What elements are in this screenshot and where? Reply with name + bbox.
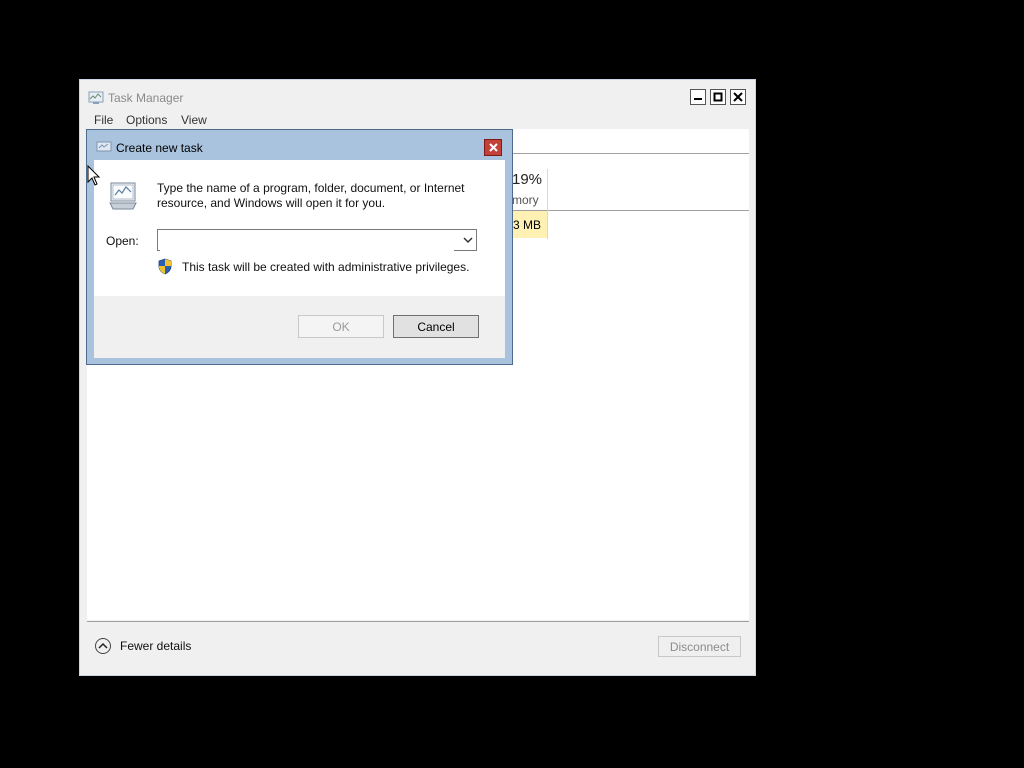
open-label: Open:: [106, 234, 139, 248]
window-title: Task Manager: [108, 91, 184, 105]
run-icon: [96, 141, 112, 152]
fewer-details-button[interactable]: [95, 638, 111, 654]
shield-icon: [158, 258, 172, 275]
close-button[interactable]: [730, 89, 746, 105]
dialog-button-area: OK Cancel: [94, 296, 505, 358]
minimize-button[interactable]: [690, 89, 706, 105]
admin-privileges-note: This task will be created with administr…: [182, 260, 470, 274]
chevron-down-icon[interactable]: [463, 235, 473, 245]
minimize-icon: [694, 98, 702, 100]
menu-options[interactable]: Options: [126, 113, 167, 127]
disconnect-button[interactable]: Disconnect: [658, 636, 741, 657]
menu-bar: File Options View: [80, 111, 755, 129]
open-combobox[interactable]: [157, 229, 477, 251]
run-icon: [109, 182, 137, 210]
memory-percent: 19%: [512, 171, 543, 188]
maximize-button[interactable]: [710, 89, 726, 105]
dialog-title: Create new task: [116, 141, 203, 155]
open-input[interactable]: [160, 231, 454, 251]
cancel-button[interactable]: Cancel: [393, 315, 479, 338]
column-divider[interactable]: [547, 169, 548, 239]
footer: Fewer details Disconnect: [87, 622, 749, 668]
close-icon: [733, 92, 743, 102]
create-new-task-dialog: Create new task Type the name of a progr…: [86, 129, 513, 365]
task-manager-titlebar[interactable]: Task Manager: [80, 80, 755, 110]
chevron-up-icon: [98, 642, 108, 649]
fewer-details-label[interactable]: Fewer details: [120, 639, 191, 653]
menu-file[interactable]: File: [94, 113, 113, 127]
memory-cell: 3 MB: [507, 211, 547, 238]
task-manager-icon: [88, 91, 104, 104]
dialog-description: Type the name of a program, folder, docu…: [157, 181, 465, 210]
mouse-cursor-icon: [87, 165, 101, 186]
dialog-close-button[interactable]: [484, 139, 502, 156]
close-icon: [488, 143, 498, 152]
memory-column-header[interactable]: mory: [512, 193, 539, 207]
menu-view[interactable]: View: [181, 113, 207, 127]
dialog-body: Type the name of a program, folder, docu…: [94, 160, 505, 358]
ok-button[interactable]: OK: [298, 315, 384, 338]
maximize-icon: [713, 92, 723, 102]
